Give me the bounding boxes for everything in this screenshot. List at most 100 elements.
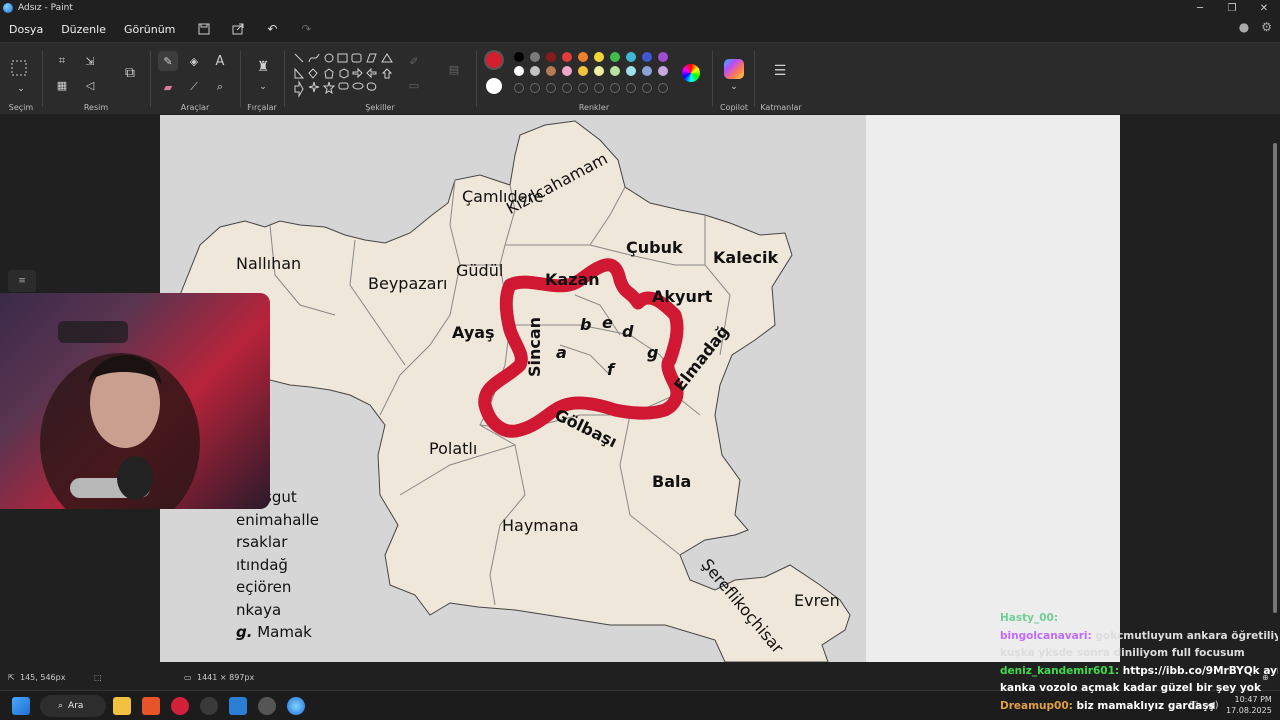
custom-color-slot[interactable] <box>546 83 556 93</box>
palette-swatch[interactable] <box>642 66 652 76</box>
start-icon[interactable] <box>12 697 30 715</box>
primary-color-swatch[interactable] <box>486 52 502 68</box>
map-letter-g: g <box>647 343 659 362</box>
vertical-scrollbar[interactable] <box>1273 143 1277 613</box>
selection-dropdown-icon[interactable]: ⌄ <box>13 81 29 97</box>
district-label-haymana: Haymana <box>502 516 579 535</box>
shapes-gallery-icon[interactable] <box>292 51 400 101</box>
ribbon-toolbar: ⌄ Seçim ⌗ ⇲ ▦ ◁ ⧉ Resim ✎ ◈ A ▰ ⟋ ⌕ Araç… <box>0 42 1280 114</box>
text-tool-icon[interactable]: A <box>212 53 228 69</box>
district-label-nallihan: Nallıhan <box>236 254 302 273</box>
palette-swatch[interactable] <box>610 66 620 76</box>
palette-swatch[interactable] <box>626 52 636 62</box>
legend-item: nkaya <box>236 600 282 619</box>
undo-icon[interactable]: ↶ <box>258 19 286 39</box>
district-label-cubuk: Çubuk <box>626 238 683 257</box>
shapes-group: ✐ ▭ ▤ Şekiller <box>286 43 474 115</box>
custom-color-slot[interactable] <box>626 83 636 93</box>
legend-item: eçiören <box>236 578 292 596</box>
paint-taskbar-icon[interactable] <box>287 697 305 715</box>
custom-color-slot[interactable] <box>530 83 540 93</box>
edit-colors-icon[interactable] <box>682 64 700 82</box>
redo-icon[interactable]: ↷ <box>292 19 320 39</box>
brush-dropdown-icon[interactable]: ⌄ <box>255 79 271 95</box>
share-icon[interactable] <box>224 19 252 39</box>
district-label-polatli: Polatlı <box>429 439 478 458</box>
magnifier-icon[interactable]: ⌕ <box>212 79 228 95</box>
selection-size-icon: ⬚ <box>94 673 102 682</box>
palette-swatch[interactable] <box>530 52 540 62</box>
stream-chat-overlay: Hasty_00: bingolcanavari: gokcmutluyum a… <box>1000 610 1278 715</box>
outline-icon[interactable]: ✐ <box>406 53 422 69</box>
image-select-icon[interactable]: ▦ <box>54 77 70 93</box>
map-letter-e: e <box>602 313 613 332</box>
color-picker-icon[interactable]: ⟋ <box>186 79 202 95</box>
palette-swatch[interactable] <box>562 66 572 76</box>
rotate-icon[interactable]: ◁ <box>82 77 98 93</box>
palette-swatch[interactable] <box>594 66 604 76</box>
custom-color-slot[interactable] <box>514 83 524 93</box>
map-letter-d: d <box>622 322 634 341</box>
palette-swatch[interactable] <box>514 66 524 76</box>
palette-swatch[interactable] <box>530 66 540 76</box>
district-label-evren: Evren <box>794 591 840 610</box>
palette-swatch[interactable] <box>546 66 556 76</box>
district-label-bala: Bala <box>652 472 692 491</box>
close-button[interactable]: ✕ <box>1248 0 1280 16</box>
selection-icon[interactable] <box>10 59 28 77</box>
palette-swatch[interactable] <box>626 66 636 76</box>
file-explorer-icon[interactable] <box>113 697 131 715</box>
palette-swatch[interactable] <box>546 52 556 62</box>
pencil-icon[interactable]: ✎ <box>158 51 178 71</box>
menu-file[interactable]: Dosya <box>0 23 52 36</box>
palette-swatch[interactable] <box>578 52 588 62</box>
palette-swatch[interactable] <box>642 52 652 62</box>
brave-browser-icon[interactable] <box>142 697 160 715</box>
photos-icon[interactable] <box>229 697 247 715</box>
copilot-icon[interactable] <box>724 59 744 79</box>
custom-color-slot[interactable] <box>658 83 668 93</box>
palette-swatch[interactable] <box>658 66 668 76</box>
fill-bucket-icon[interactable]: ◈ <box>186 53 202 69</box>
custom-color-slot[interactable] <box>610 83 620 93</box>
crop-icon[interactable]: ⌗ <box>54 53 70 69</box>
search-icon: ⌕ <box>58 701 64 711</box>
fill-icon[interactable]: ▭ <box>406 77 422 93</box>
brush-icon[interactable]: ♜ <box>254 57 272 77</box>
map-legend: imesgut enimahalle rsaklar ıtındağ eçiör… <box>236 486 319 644</box>
menu-view[interactable]: Görünüm <box>115 23 184 36</box>
taskbar-search[interactable]: ⌕ Ara <box>40 695 106 717</box>
custom-color-slot[interactable] <box>594 83 604 93</box>
district-label-gudul: Güdül <box>456 261 504 280</box>
selection-group-label: Seçim <box>8 103 34 112</box>
eraser-icon[interactable]: ▰ <box>160 79 176 95</box>
minimize-button[interactable]: ─ <box>1184 0 1216 16</box>
settings-gear-icon[interactable]: ⚙ <box>1261 20 1272 34</box>
palette-swatch[interactable] <box>514 52 524 62</box>
title-bar: Adsız - Paint ─ ❐ ✕ <box>0 0 1280 16</box>
custom-color-slot[interactable] <box>578 83 588 93</box>
copilot-dropdown-icon[interactable]: ⌄ <box>726 79 742 95</box>
obs-icon[interactable] <box>200 697 218 715</box>
save-icon[interactable] <box>190 19 218 39</box>
palette-swatch[interactable] <box>578 66 588 76</box>
shape-more-icon[interactable]: ▤ <box>446 61 462 77</box>
selection-group: ⌄ Seçim <box>0 43 42 115</box>
pointer-icon: ⇱ <box>8 673 15 682</box>
custom-color-slot[interactable] <box>642 83 652 93</box>
copilot-group: ⌄ Copilot <box>714 43 754 115</box>
menu-edit[interactable]: Düzenle <box>52 23 115 36</box>
layers-icon[interactable]: ☰ <box>772 63 788 79</box>
maximize-button[interactable]: ❐ <box>1216 0 1248 16</box>
account-icon[interactable]: ● <box>1239 20 1249 34</box>
remove-background-icon[interactable]: ⧉ <box>120 63 140 83</box>
custom-color-slot[interactable] <box>562 83 572 93</box>
steam-icon[interactable] <box>258 697 276 715</box>
palette-swatch[interactable] <box>562 52 572 62</box>
secondary-color-swatch[interactable] <box>486 78 502 94</box>
palette-swatch[interactable] <box>658 52 668 62</box>
resize-icon[interactable]: ⇲ <box>82 53 98 69</box>
palette-swatch[interactable] <box>594 52 604 62</box>
media-player-icon[interactable] <box>171 697 189 715</box>
palette-swatch[interactable] <box>610 52 620 62</box>
